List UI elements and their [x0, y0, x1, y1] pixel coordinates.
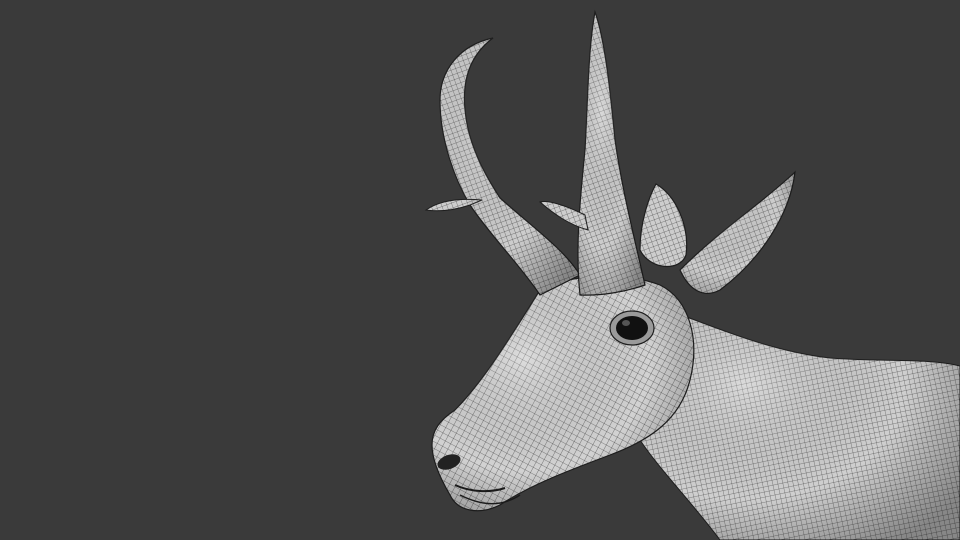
- model-render: [424, 9, 960, 540]
- right-ear-mesh: [679, 170, 796, 294]
- left-horn-mesh: [424, 37, 581, 296]
- eye: [609, 310, 655, 346]
- head-mesh: [431, 275, 695, 512]
- 3d-viewport[interactable]: [0, 0, 960, 540]
- left-ear-mesh: [639, 183, 688, 268]
